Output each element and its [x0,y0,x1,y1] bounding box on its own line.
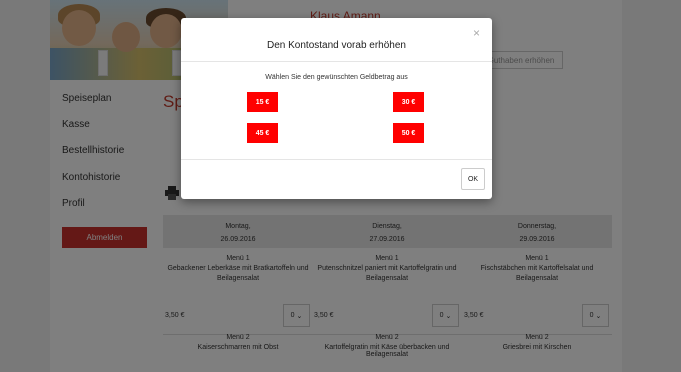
topup-modal: Den Kontostand vorab erhöhen × Wählen Si… [181,18,492,199]
modal-footer-divider [181,159,492,160]
amount-button-15[interactable]: 15 € [247,92,278,112]
close-icon[interactable]: × [473,26,480,40]
modal-header-divider [181,61,492,62]
ok-button[interactable]: OK [461,168,485,190]
modal-title: Den Kontostand vorab erhöhen [267,40,406,51]
amount-button-30[interactable]: 30 € [393,92,424,112]
amount-button-50[interactable]: 50 € [393,123,424,143]
modal-instruction: Wählen Sie den gewünschten Geldbetrag au… [265,74,408,81]
amount-button-45[interactable]: 45 € [247,123,278,143]
